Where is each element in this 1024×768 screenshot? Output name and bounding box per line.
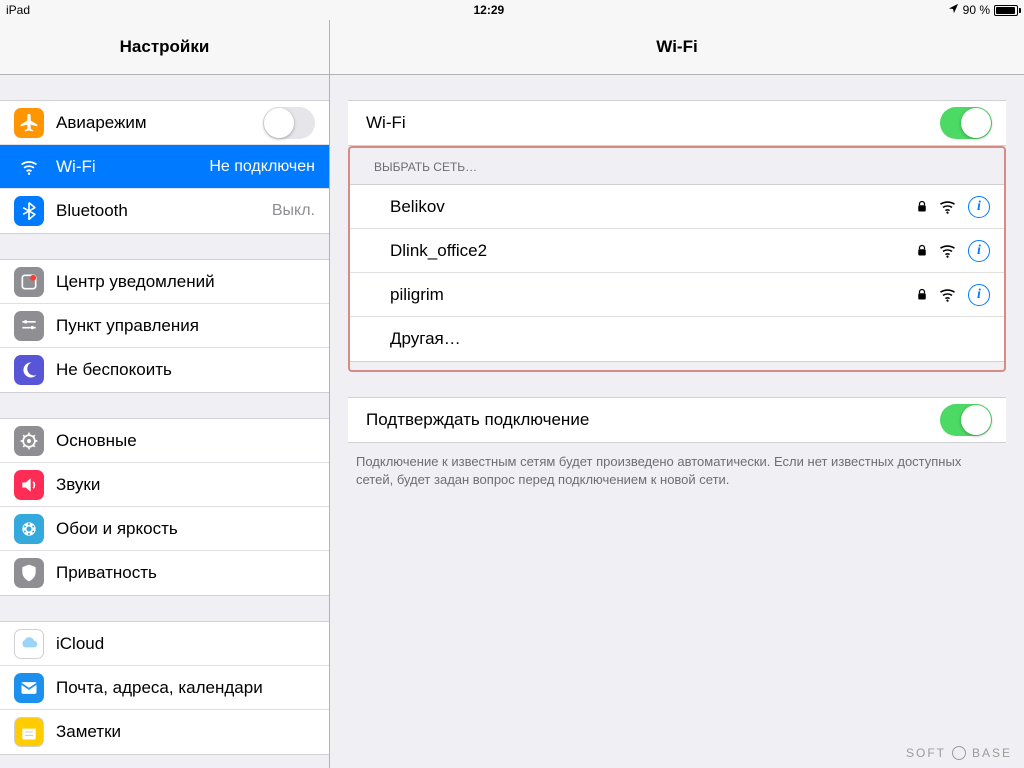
sidebar-item-label: Центр уведомлений: [56, 272, 315, 292]
battery-icon: [994, 5, 1018, 16]
sidebar-item-label: Звуки: [56, 475, 315, 495]
ask-join-row[interactable]: Подтверждать подключение: [348, 398, 1006, 442]
sidebar-item-dnd[interactable]: Не беспокоить: [0, 348, 329, 392]
network-name: Belikov: [390, 197, 917, 217]
network-row[interactable]: Dlink_office2 i: [350, 229, 1004, 273]
sidebar-title: Настройки: [0, 20, 329, 75]
choose-network-header: ВЫБРАТЬ СЕТЬ…: [350, 160, 1004, 180]
network-info-button[interactable]: i: [968, 240, 990, 262]
ask-join-card: Подтверждать подключение: [348, 397, 1006, 443]
sidebar-item-mail[interactable]: Почта, адреса, календари: [0, 666, 329, 710]
sidebar-scroll[interactable]: Авиарежим Wi-Fi Не подключен Bluetooth Выкл.…: [0, 75, 329, 768]
privacy-icon: [14, 558, 44, 588]
lock-icon: [917, 288, 927, 301]
watermark: SOFT BASE: [906, 746, 1012, 760]
wifi-toggle-card: Wi-Fi: [348, 100, 1006, 146]
sidebar-item-notif[interactable]: Центр уведомлений: [0, 260, 329, 304]
airplane-icon: [14, 108, 44, 138]
location-icon: [948, 3, 959, 17]
control-icon: [14, 311, 44, 341]
network-name: Dlink_office2: [390, 241, 917, 261]
dnd-icon: [14, 355, 44, 385]
network-row[interactable]: Belikov i: [350, 185, 1004, 229]
sidebar-item-detail: Выкл.: [272, 202, 315, 220]
sidebar-item-general[interactable]: Основные: [0, 419, 329, 463]
status-battery-pct: 90 %: [963, 3, 990, 17]
ask-join-label: Подтверждать подключение: [366, 410, 940, 430]
networks-list: BelikoviDlink_office2ipiligrimiДругая…: [350, 184, 1004, 362]
wifi-toggle-label: Wi-Fi: [366, 113, 940, 133]
detail-pane: Wi-Fi Wi-Fi ВЫБРАТЬ СЕТЬ… BelikoviDlink_…: [330, 20, 1024, 768]
sidebar-item-label: Основные: [56, 431, 315, 451]
sidebar-item-label: Bluetooth: [56, 201, 264, 221]
sidebar-item-label: Авиарежим: [56, 113, 263, 133]
sidebar-item-label: iCloud: [56, 634, 315, 654]
sidebar-item-control[interactable]: Пункт управления: [0, 304, 329, 348]
sidebar-item-label: Приватность: [56, 563, 315, 583]
sidebar-item-label: Почта, адреса, календари: [56, 678, 315, 698]
general-icon: [14, 426, 44, 456]
detail-title: Wi-Fi: [330, 20, 1024, 75]
sidebar-item-label: Пункт управления: [56, 316, 315, 336]
notes-icon: [14, 717, 44, 747]
wifi-icon: [14, 152, 44, 182]
network-info-button[interactable]: i: [968, 196, 990, 218]
wifi-signal-icon: [939, 200, 956, 214]
wifi-toggle[interactable]: [940, 107, 992, 139]
mail-icon: [14, 673, 44, 703]
sidebar-item-icloud[interactable]: iCloud: [0, 622, 329, 666]
lock-icon: [917, 244, 927, 257]
sidebar-pane: Настройки Авиарежим Wi-Fi Не подключен Blue…: [0, 20, 330, 768]
status-time: 12:29: [30, 3, 948, 17]
sidebar-item-notes[interactable]: Заметки: [0, 710, 329, 754]
ask-join-toggle[interactable]: [940, 404, 992, 436]
gear-icon: [952, 746, 966, 760]
sidebar-item-bluetooth[interactable]: Bluetooth Выкл.: [0, 189, 329, 233]
network-name: piligrim: [390, 285, 917, 305]
notif-icon: [14, 267, 44, 297]
wifi-signal-icon: [939, 288, 956, 302]
network-row[interactable]: piligrim i: [350, 273, 1004, 317]
sidebar-item-wallpaper[interactable]: Обои и яркость: [0, 507, 329, 551]
status-device: iPad: [6, 3, 30, 17]
sidebar-item-detail: Не подключен: [209, 158, 315, 176]
sidebar-item-sounds[interactable]: Звуки: [0, 463, 329, 507]
network-info-button[interactable]: i: [968, 284, 990, 306]
status-bar: iPad 12:29 90 %: [0, 0, 1024, 20]
network-other-label: Другая…: [390, 329, 990, 349]
sidebar-item-wifi[interactable]: Wi-Fi Не подключен: [0, 145, 329, 189]
ask-join-hint: Подключение к известным сетям будет прои…: [330, 443, 1024, 488]
wifi-toggle-row[interactable]: Wi-Fi: [348, 101, 1006, 145]
sidebar-item-airplane[interactable]: Авиарежим: [0, 101, 329, 145]
networks-highlight: ВЫБРАТЬ СЕТЬ… BelikoviDlink_office2ipili…: [348, 146, 1006, 372]
bluetooth-icon: [14, 196, 44, 226]
wifi-signal-icon: [939, 244, 956, 258]
icloud-icon: [14, 629, 44, 659]
sidebar-item-label: Wi-Fi: [56, 157, 201, 177]
sounds-icon: [14, 470, 44, 500]
sidebar-item-label: Обои и яркость: [56, 519, 315, 539]
lock-icon: [917, 200, 927, 213]
airplane-toggle[interactable]: [263, 107, 315, 139]
sidebar-item-label: Заметки: [56, 722, 315, 742]
network-other-row[interactable]: Другая…: [350, 317, 1004, 361]
sidebar-item-privacy[interactable]: Приватность: [0, 551, 329, 595]
wallpaper-icon: [14, 514, 44, 544]
sidebar-item-label: Не беспокоить: [56, 360, 315, 380]
